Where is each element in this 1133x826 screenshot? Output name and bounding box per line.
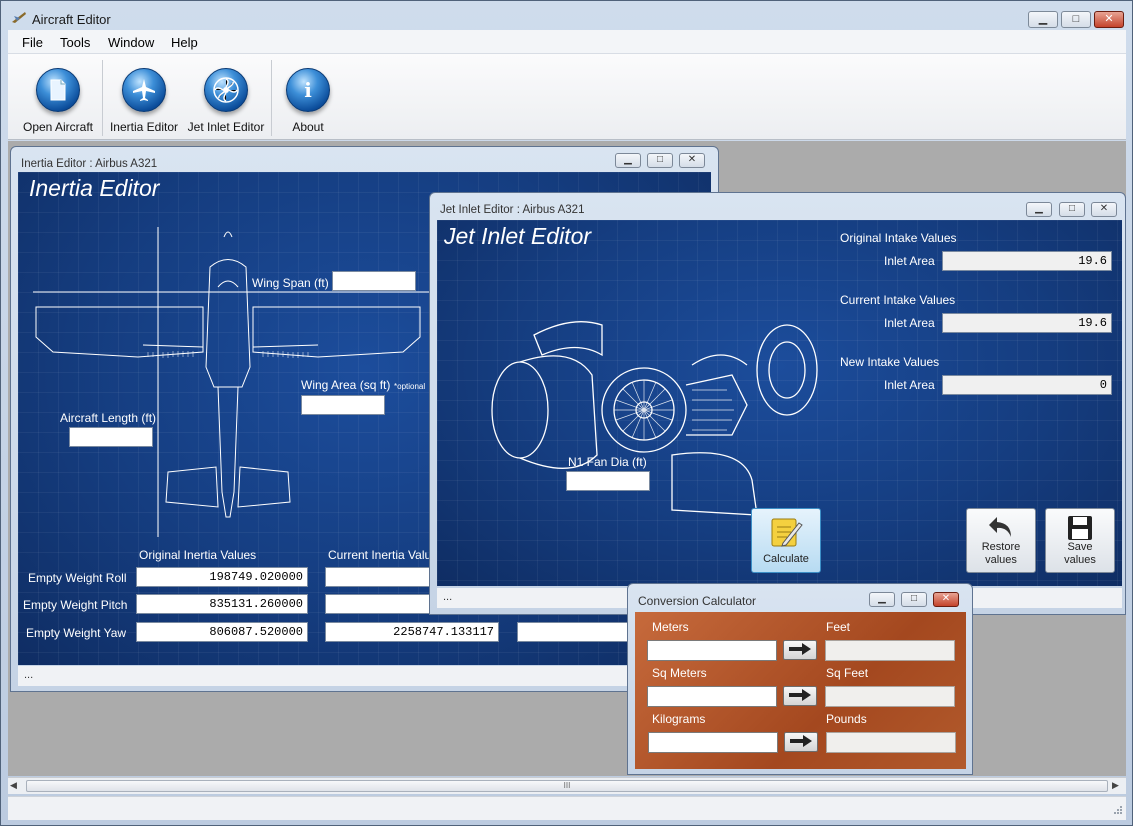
current-inlet-area-label: Inlet Area — [884, 316, 935, 330]
menu-tools[interactable]: Tools — [60, 35, 90, 50]
original-inlet-area-field[interactable]: 19.6 — [942, 251, 1112, 271]
pounds-label: Pounds — [826, 712, 867, 726]
empty-weight-yaw-label: Empty Weight Yaw — [26, 626, 127, 640]
convert-sq-meters-button[interactable] — [783, 686, 817, 706]
sq-meters-input[interactable] — [647, 686, 777, 707]
right-arrow-icon — [788, 642, 812, 658]
wing-area-label: Wing Area (sq ft) — [301, 378, 391, 392]
app-title: Aircraft Editor — [32, 12, 111, 27]
original-inlet-area-label: Inlet Area — [884, 254, 935, 268]
current-inertia-header: Current Inertia Values — [328, 548, 444, 562]
document-icon — [36, 68, 80, 112]
empty-weight-pitch-label: Empty Weight Pitch — [23, 598, 128, 612]
minimize-button[interactable]: ▁ — [615, 153, 641, 168]
scroll-left-arrow-icon[interactable]: ◀ — [10, 780, 17, 791]
scroll-right-arrow-icon[interactable]: ▶ — [1112, 780, 1119, 791]
sq-feet-output[interactable] — [825, 686, 955, 707]
aircraft-length-input[interactable] — [69, 427, 153, 447]
sq-meters-label: Sq Meters — [652, 666, 707, 680]
optional-note: *optional — [394, 382, 426, 391]
maximize-button[interactable]: □ — [1061, 11, 1091, 28]
menu-window[interactable]: Window — [108, 35, 154, 50]
calculator-notepad-icon — [769, 515, 803, 549]
kilograms-label: Kilograms — [652, 712, 706, 726]
jet-inlet-editor-button[interactable]: Jet Inlet Editor — [186, 58, 266, 138]
resize-grip-icon[interactable] — [1112, 803, 1122, 814]
menu-help[interactable]: Help — [171, 35, 198, 50]
jet-engine-blueprint-drawing — [491, 321, 818, 516]
minimize-button[interactable]: ▁ — [869, 592, 895, 607]
scroll-thumb[interactable]: III — [26, 780, 1108, 792]
new-intake-header: New Intake Values — [840, 355, 940, 369]
conversion-calculator-window: Conversion Calculator ▁ □ ✕ Meters Feet … — [627, 583, 973, 775]
menu-bar: File Tools Window Help — [8, 30, 1126, 54]
main-status-bar — [8, 796, 1126, 820]
empty-weight-roll-label: Empty Weight Roll — [28, 571, 127, 585]
new-yaw-field[interactable] — [517, 622, 637, 642]
calculate-button[interactable]: Calculate — [751, 508, 821, 573]
close-button[interactable]: ✕ — [933, 592, 959, 607]
window-title: Conversion Calculator — [638, 594, 757, 608]
info-icon: i — [286, 68, 330, 112]
maximize-button[interactable]: □ — [1059, 202, 1085, 217]
feet-label: Feet — [826, 620, 851, 634]
feet-output[interactable] — [825, 640, 955, 661]
horizontal-scrollbar[interactable]: ◀ III ▶ — [8, 777, 1126, 794]
original-inertia-header: Original Inertia Values — [139, 548, 257, 562]
convert-meters-button[interactable] — [783, 640, 817, 660]
close-button[interactable]: ✕ — [1091, 202, 1117, 217]
window-title: Jet Inlet Editor : Airbus A321 — [440, 204, 585, 216]
toolbar-separator — [102, 60, 103, 136]
n1-fan-dia-input[interactable] — [566, 471, 650, 491]
current-inlet-area-field[interactable]: 19.6 — [942, 313, 1112, 333]
jet-inlet-editor-window: Jet Inlet Editor : Airbus A321 ▁ □ ✕ Jet… — [429, 192, 1126, 615]
save-values-button[interactable]: Save values — [1045, 508, 1115, 573]
kilograms-input[interactable] — [648, 732, 778, 753]
close-button[interactable]: ✕ — [679, 153, 705, 168]
minimize-button[interactable]: ▁ — [1028, 11, 1058, 28]
close-button[interactable]: ✕ — [1094, 11, 1124, 28]
convert-kilograms-button[interactable] — [784, 732, 818, 752]
aircraft-length-label: Aircraft Length (ft) — [60, 411, 157, 425]
minimize-button[interactable]: ▁ — [1026, 202, 1052, 217]
wing-span-input[interactable] — [332, 271, 416, 291]
current-intake-header: Current Intake Values — [840, 293, 956, 307]
sq-feet-label: Sq Feet — [826, 666, 869, 680]
meters-input[interactable] — [647, 640, 777, 661]
maximize-button[interactable]: □ — [647, 153, 673, 168]
undo-arrow-icon — [987, 515, 1015, 541]
new-inlet-area-label: Inlet Area — [884, 378, 935, 392]
pounds-output[interactable] — [826, 732, 956, 753]
toolbar: Open Aircraft Inertia Editor Jet Inlet E… — [8, 54, 1126, 140]
restore-values-button[interactable]: Restore values — [966, 508, 1036, 573]
airplane-icon — [122, 68, 166, 112]
current-yaw-field[interactable]: 2258747.133117 — [325, 622, 499, 642]
menu-file[interactable]: File — [22, 35, 43, 50]
conversion-panel: Meters Feet Sq Meters Sq Feet Kilograms … — [635, 612, 966, 769]
status-bar: ... — [18, 666, 711, 686]
original-roll-field[interactable]: 198749.020000 — [136, 567, 308, 587]
panel-title: Jet Inlet Editor — [444, 223, 592, 249]
n1-fan-dia-label: N1 Fan Dia (ft) — [568, 455, 647, 469]
original-intake-header: Original Intake Values — [840, 231, 957, 245]
turbine-icon — [204, 68, 248, 112]
original-pitch-field[interactable]: 835131.260000 — [136, 594, 308, 614]
new-inlet-area-field[interactable]: 0 — [942, 375, 1112, 395]
original-yaw-field[interactable]: 806087.520000 — [136, 622, 308, 642]
panel-title: Inertia Editor — [29, 175, 160, 201]
maximize-button[interactable]: □ — [901, 592, 927, 607]
about-button[interactable]: i About — [278, 58, 338, 138]
floppy-disk-icon — [1067, 515, 1093, 541]
open-aircraft-button[interactable]: Open Aircraft — [18, 58, 98, 138]
wing-area-input[interactable] — [301, 395, 385, 415]
right-arrow-icon — [788, 688, 812, 704]
meters-label: Meters — [652, 620, 689, 634]
inertia-editor-button[interactable]: Inertia Editor — [108, 58, 180, 138]
jet-inlet-blueprint-panel: Jet Inlet Editor N1 Fan Dia (ft) Origina… — [437, 220, 1122, 586]
window-title: Inertia Editor : Airbus A321 — [21, 158, 158, 170]
toolbar-separator — [271, 60, 272, 136]
wing-span-label: Wing Span (ft) — [252, 276, 329, 290]
app-icon — [11, 10, 27, 24]
right-arrow-icon — [789, 734, 813, 750]
